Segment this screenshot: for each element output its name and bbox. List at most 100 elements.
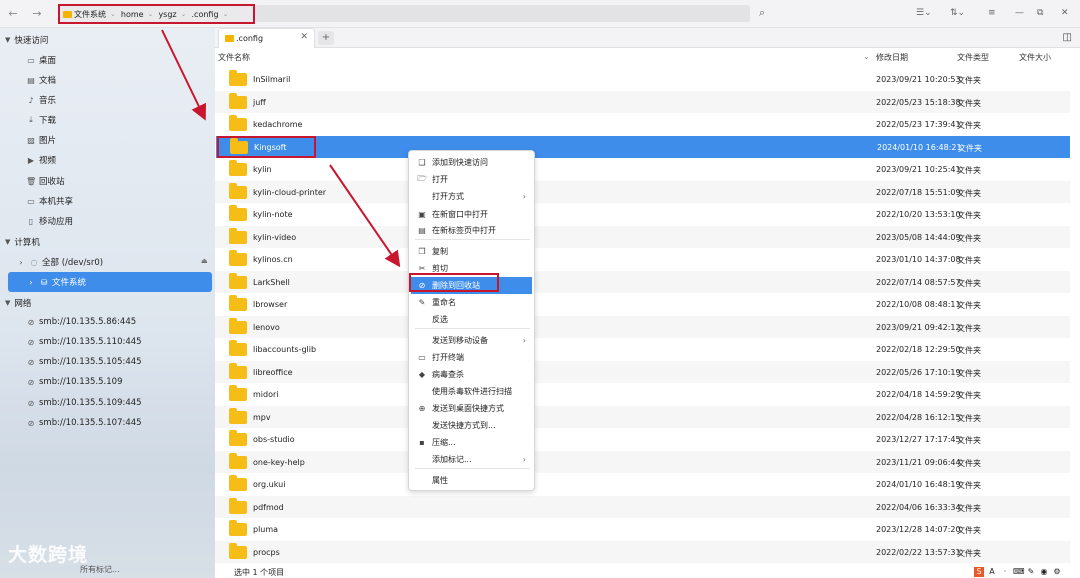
sidebar-item-downloads[interactable]: ⤓ 下载 bbox=[26, 114, 56, 126]
sidebar-item-smb[interactable]: ⊘ smb://10.135.5.110:445 bbox=[26, 337, 142, 347]
sidebar-item-smb[interactable]: ⊘ smb://10.135.5.109:445 bbox=[26, 398, 142, 408]
table-row[interactable]: procps 2022/02/22 13:57:31 文件夹 bbox=[215, 540, 1070, 563]
table-row[interactable]: pdfmod 2022/04/06 16:33:34 文件夹 bbox=[215, 495, 1070, 518]
chevron-right-icon[interactable]: › bbox=[16, 258, 26, 267]
sidebar-item-smb[interactable]: ⊘ smb://10.135.5.107:445 bbox=[26, 418, 142, 428]
side-panel-icon[interactable]: ◫ bbox=[1063, 32, 1072, 43]
chevron-down-icon[interactable]: ▼ bbox=[5, 36, 10, 44]
table-row[interactable]: Kingsoft 2024/01/10 16:48:21 文件夹 bbox=[216, 135, 1070, 158]
table-row[interactable]: libaccounts-glib 2022/02/18 12:29:50 文件夹 bbox=[215, 338, 1070, 360]
arrow-right-icon[interactable]: → bbox=[30, 7, 44, 20]
minimize-icon[interactable]: — bbox=[1015, 8, 1024, 18]
table-row[interactable]: obs-studio 2023/12/27 17:17:45 文件夹 bbox=[215, 428, 1070, 450]
menu-item[interactable]: ▭ 打开终端 bbox=[411, 349, 532, 366]
dot-icon[interactable]: · bbox=[1000, 567, 1010, 577]
menu-item[interactable]: ✎ 重命名 bbox=[411, 294, 532, 311]
table-row[interactable]: juff 2022/05/23 15:18:38 文件夹 bbox=[215, 90, 1070, 113]
sidebar-item-filesystem[interactable]: › ⛁ 文件系统 bbox=[8, 272, 212, 292]
table-row[interactable]: kylin-cloud-printer 2022/07/18 15:51:09 文件… bbox=[215, 180, 1070, 203]
sidebar-item-music[interactable]: ♪ 音乐 bbox=[26, 94, 56, 107]
keyboard-icon[interactable]: ⌨ bbox=[1013, 567, 1025, 577]
sidebar-item-videos[interactable]: ▶ 视频 bbox=[26, 154, 56, 167]
chevron-right-icon[interactable]: › bbox=[26, 278, 36, 287]
menu-item[interactable]: 添加标记... › bbox=[411, 451, 532, 468]
menu-item[interactable]: 反选 bbox=[411, 311, 532, 328]
sidebar-item-pictures[interactable]: ▨ 图片 bbox=[26, 134, 56, 147]
view-mode-icon[interactable]: ☰⌄ bbox=[916, 8, 932, 18]
table-row[interactable]: lbrowser 2022/10/08 08:48:11 文件夹 bbox=[215, 293, 1070, 315]
menu-item[interactable]: ▪ 压缩... bbox=[411, 434, 532, 451]
column-size[interactable]: 文件大小 bbox=[1019, 52, 1051, 63]
menu-item[interactable]: 发送到移动设备 › bbox=[411, 332, 532, 349]
menu-item[interactable]: ❐ 复制 bbox=[411, 243, 532, 260]
sidebar-item-smb[interactable]: ⊘ smb://10.135.5.109 bbox=[26, 377, 123, 387]
chevron-down-icon[interactable]: ▼ bbox=[5, 238, 10, 246]
column-name[interactable]: 文件名称 bbox=[218, 52, 250, 63]
table-row[interactable]: kedachrome 2022/05/23 17:39:41 文件夹 bbox=[215, 113, 1070, 135]
sidebar-item-smb[interactable]: ⊘ smb://10.135.5.86:445 bbox=[26, 317, 137, 327]
table-row[interactable]: kylin 2023/09/21 10:25:41 文件夹 bbox=[215, 158, 1070, 180]
chevron-down-icon[interactable]: ▼ bbox=[5, 299, 10, 307]
menu-item[interactable]: 🗁 打开 bbox=[411, 171, 532, 188]
column-date[interactable]: 修改日期 bbox=[876, 52, 908, 63]
breadcrumb-item[interactable]: 文件系统 ⌄ bbox=[63, 9, 116, 20]
menu-item[interactable]: 使用杀毒软件进行扫描 bbox=[411, 383, 532, 400]
tab-config[interactable]: .config ✕ bbox=[218, 28, 315, 48]
add-tab-button[interactable]: + bbox=[318, 31, 334, 45]
eject-icon[interactable]: ⏏ bbox=[201, 257, 208, 265]
breadcrumb-item[interactable]: home ⌄ bbox=[121, 10, 154, 19]
breadcrumb-item[interactable]: ysgz ⌄ bbox=[158, 10, 186, 19]
menu-item[interactable]: ▤ 在新标签页中打开 bbox=[411, 222, 532, 239]
tag-filter-label[interactable]: 所有标记... bbox=[80, 564, 120, 575]
table-row[interactable]: kylinos.cn 2023/01/10 14:37:08 文件夹 bbox=[215, 248, 1070, 270]
chevron-down-icon[interactable]: ⌄ bbox=[110, 10, 116, 18]
chevron-down-icon[interactable]: ⌄ bbox=[863, 52, 870, 61]
pen-icon[interactable]: ✎ bbox=[1026, 567, 1036, 577]
table-row[interactable]: kylin-note 2022/10/20 13:53:10 文件夹 bbox=[215, 203, 1070, 225]
table-row[interactable]: InSilmaril 2023/09/21 10:20:53 文件夹 bbox=[215, 68, 1070, 90]
table-row[interactable]: midori 2022/04/18 14:59:29 文件夹 bbox=[215, 383, 1070, 405]
menu-item[interactable]: ⊕ 发送到桌面快捷方式 bbox=[411, 400, 532, 417]
sidebar-group-computer[interactable]: ▼ 计算机 bbox=[5, 236, 40, 248]
arrow-left-icon[interactable]: ← bbox=[6, 7, 20, 20]
breadcrumb-item[interactable]: .config ⌄ bbox=[192, 10, 229, 19]
table-row[interactable]: kylin-video 2023/05/08 14:44:09 文件夹 bbox=[215, 225, 1070, 248]
table-row[interactable]: libreoffice 2022/05/26 17:10:19 文件夹 bbox=[215, 360, 1070, 383]
search-icon[interactable]: ⌕ bbox=[759, 6, 765, 20]
chevron-down-icon[interactable]: ⌄ bbox=[148, 10, 154, 18]
input-method-icon[interactable]: S bbox=[974, 567, 984, 577]
close-icon[interactable]: ✕ bbox=[1061, 8, 1069, 18]
font-icon[interactable]: A bbox=[987, 567, 997, 577]
sidebar-item-cdrom[interactable]: › ◌ 全部 (/dev/sr0) bbox=[16, 256, 103, 269]
menu-item[interactable]: 属性 bbox=[411, 472, 532, 489]
table-row[interactable]: pluma 2023/12/28 14:07:20 文件夹 bbox=[215, 518, 1070, 540]
menu-item[interactable]: ◆ 病毒查杀 bbox=[411, 366, 532, 383]
menu-item[interactable]: ❑ 添加到快速访问 bbox=[411, 154, 532, 171]
sidebar-item-trash[interactable]: 🗑 回收站 bbox=[26, 175, 65, 188]
menu-item[interactable]: 发送快捷方式到... bbox=[411, 417, 532, 434]
chevron-down-icon[interactable]: ⌄ bbox=[181, 10, 187, 18]
sort-icon[interactable]: ⇅⌄ bbox=[950, 8, 965, 18]
menu-item[interactable]: 打开方式 › bbox=[411, 188, 532, 205]
table-row[interactable]: mpv 2022/04/28 16:12:15 文件夹 bbox=[215, 405, 1070, 428]
address-field[interactable] bbox=[255, 5, 750, 22]
globe-icon[interactable]: ◉ bbox=[1039, 567, 1049, 577]
sidebar-item-documents[interactable]: ▤ 文档 bbox=[26, 74, 56, 87]
column-type[interactable]: 文件类型 bbox=[957, 52, 989, 63]
close-icon[interactable]: ✕ bbox=[300, 32, 308, 42]
menu-item[interactable]: ▣ 在新窗口中打开 bbox=[411, 206, 532, 223]
table-row[interactable]: lenovo 2023/09/21 09:42:12 文件夹 bbox=[215, 315, 1070, 338]
table-row[interactable]: LarkShell 2022/07/14 08:57:57 文件夹 bbox=[215, 270, 1070, 293]
sidebar-group-quick-access[interactable]: ▼ 快速访问 bbox=[5, 34, 48, 46]
chevron-down-icon[interactable]: ⌄ bbox=[223, 10, 229, 18]
breadcrumb[interactable]: 文件系统 ⌄ home ⌄ ysgz ⌄ .config ⌄ bbox=[58, 4, 255, 24]
restore-icon[interactable]: ⧉ bbox=[1037, 8, 1043, 18]
table-row[interactable]: org.ukui 2024/01/10 16:48:19 文件夹 bbox=[215, 473, 1070, 495]
sidebar-item-shared[interactable]: ▭ 本机共享 bbox=[26, 195, 73, 208]
sidebar-item-smb[interactable]: ⊘ smb://10.135.5.105:445 bbox=[26, 357, 142, 367]
sidebar-item-mobile[interactable]: ▯ 移动应用 bbox=[26, 215, 73, 228]
sidebar-group-network[interactable]: ▼ 网络 bbox=[5, 297, 31, 309]
sidebar-item-desktop[interactable]: ▭ 桌面 bbox=[26, 54, 56, 67]
menu-icon[interactable]: ≡ bbox=[988, 8, 996, 18]
table-row[interactable]: one-key-help 2023/11/21 09:06:44 文件夹 bbox=[215, 450, 1070, 473]
